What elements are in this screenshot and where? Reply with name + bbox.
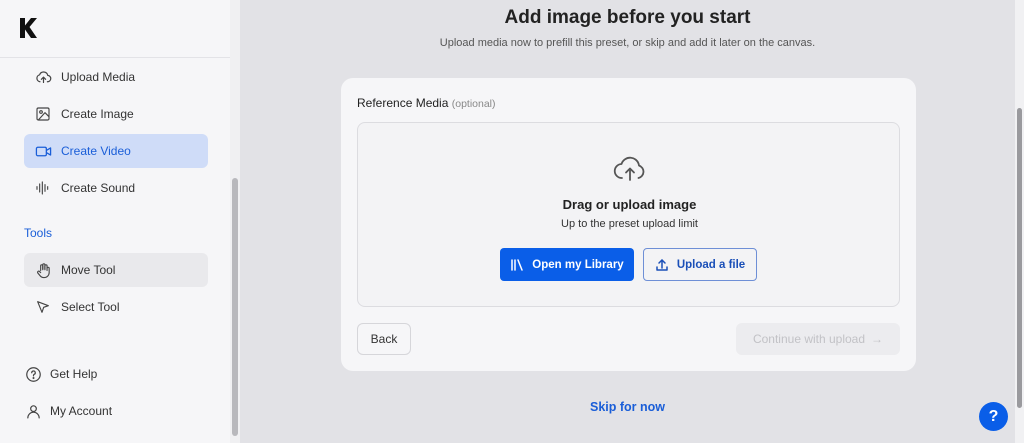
upload-file-button[interactable]: Upload a file bbox=[643, 248, 757, 281]
library-icon bbox=[510, 258, 524, 272]
back-button[interactable]: Back bbox=[357, 323, 411, 355]
sidebar-item-create-video[interactable]: Create Video bbox=[24, 134, 208, 168]
tools-section-title: Tools bbox=[24, 226, 53, 240]
page-title: Add image before you start bbox=[504, 7, 751, 28]
skip-for-now-link[interactable]: Skip for now bbox=[240, 400, 1015, 414]
page-scrollbar-thumb[interactable] bbox=[1017, 108, 1022, 408]
k-logo-icon[interactable] bbox=[16, 16, 40, 40]
user-icon bbox=[24, 402, 42, 420]
sidebar-item-label: Upload Media bbox=[61, 70, 136, 84]
cloud-upload-icon bbox=[34, 68, 52, 86]
my-account-link[interactable]: My Account bbox=[24, 399, 112, 423]
sidebar-item-upload-media[interactable]: Upload Media bbox=[24, 60, 208, 94]
upload-icon bbox=[655, 258, 669, 272]
sidebar-item-label: Move Tool bbox=[61, 263, 116, 277]
video-icon bbox=[34, 142, 52, 160]
arrow-right-icon: → bbox=[871, 332, 884, 346]
cursor-icon bbox=[34, 298, 52, 316]
sidebar-item-select-tool[interactable]: Select Tool bbox=[24, 290, 208, 324]
sidebar-item-label: Create Video bbox=[61, 144, 131, 158]
dropzone-subtitle: Up to the preset upload limit bbox=[561, 218, 698, 230]
upload-file-label: Upload a file bbox=[676, 258, 746, 271]
open-library-button[interactable]: Open my Library bbox=[500, 248, 634, 281]
reference-media-card: Reference Media (optional) Drag or uploa… bbox=[341, 78, 916, 371]
upload-dropzone[interactable]: Drag or upload image Up to the preset up… bbox=[357, 122, 900, 307]
get-help-label: Get Help bbox=[50, 367, 98, 381]
continue-label: Continue with upload bbox=[752, 332, 866, 346]
reference-media-label: Reference Media (optional) bbox=[357, 96, 496, 110]
cloud-upload-icon bbox=[613, 156, 645, 181]
continue-with-upload-button[interactable]: Continue with upload → bbox=[736, 323, 900, 355]
optional-tag: (optional) bbox=[451, 98, 496, 110]
sidebar-item-create-sound[interactable]: Create Sound bbox=[24, 171, 208, 205]
sidebar-item-move-tool[interactable]: Move Tool bbox=[24, 253, 208, 287]
sidebar-scrollbar-thumb[interactable] bbox=[232, 178, 238, 436]
image-icon bbox=[34, 105, 52, 123]
sidebar: Upload Media Create Image Create Video C… bbox=[0, 0, 240, 443]
my-account-label: My Account bbox=[50, 404, 113, 418]
sidebar-item-label: Create Image bbox=[61, 107, 134, 121]
help-fab-button[interactable]: ? bbox=[979, 402, 1008, 431]
waveform-icon bbox=[34, 179, 52, 197]
get-help-link[interactable]: Get Help bbox=[24, 362, 97, 386]
sidebar-item-label: Select Tool bbox=[61, 300, 120, 314]
reference-media-title: Reference Media bbox=[357, 96, 449, 110]
page-subtitle: Upload media now to prefill this preset,… bbox=[439, 37, 816, 49]
open-library-label: Open my Library bbox=[532, 258, 624, 271]
sidebar-item-label: Create Sound bbox=[61, 181, 136, 195]
help-circle-icon bbox=[24, 365, 42, 383]
sidebar-item-create-image[interactable]: Create Image bbox=[24, 97, 208, 131]
sidebar-divider bbox=[0, 57, 240, 58]
hand-icon bbox=[34, 261, 52, 279]
dropzone-title: Drag or upload image bbox=[562, 197, 697, 212]
